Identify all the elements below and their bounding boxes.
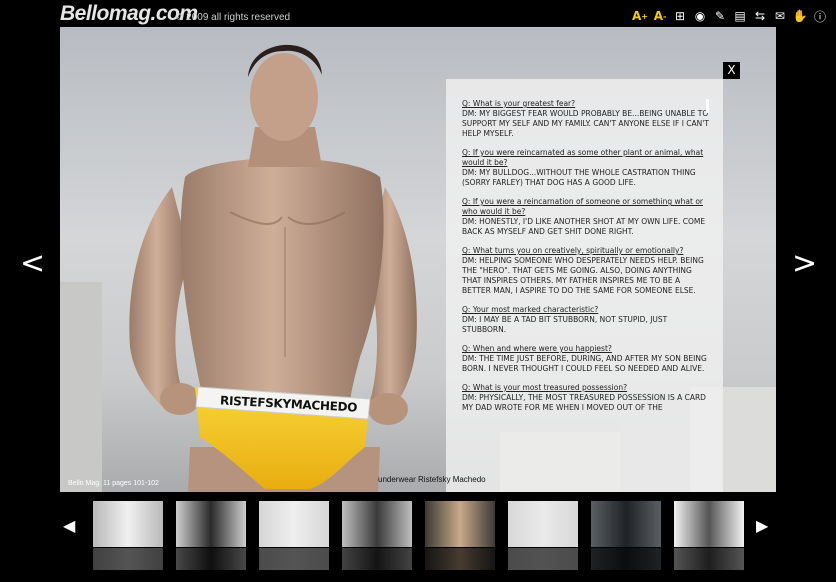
- thumbnail-page[interactable]: [342, 501, 412, 547]
- thumbnail-page[interactable]: [508, 501, 578, 547]
- interview-question: Q: What turns you on creatively, spiritu…: [462, 246, 684, 255]
- interview-answer: DM: THE TIME JUST BEFORE, DURING, AND AF…: [462, 354, 707, 373]
- print-icon[interactable]: ▤: [732, 8, 748, 24]
- interview-item: Q: If you were a reincarnation of someon…: [462, 197, 709, 237]
- thumbnail-reflection: [425, 548, 495, 570]
- previous-page-arrow[interactable]: <: [20, 246, 45, 281]
- page-info: Bello Mag: 11 pages 101-102: [68, 480, 159, 487]
- interview-answer: DM: HELPING SOMEONE WHO DESPERATELY NEED…: [462, 256, 704, 295]
- thumbnail-reflection: [508, 548, 578, 570]
- interview-question: Q: What is your most treasured possessio…: [462, 383, 628, 392]
- font-decrease-icon[interactable]: A-: [652, 8, 668, 24]
- thumbnail-prev-arrow[interactable]: ◀: [63, 516, 75, 535]
- interview-question: Q: If you were a reincarnation of someon…: [462, 197, 703, 216]
- swap-icon[interactable]: ⇆: [752, 8, 768, 24]
- thumbnail-reflection: [591, 548, 661, 570]
- interview-item: Q: Your most marked characteristic? DM: I…: [462, 305, 709, 335]
- photo-caption: underwear Ristefsky Machedo: [378, 475, 486, 484]
- thumbnail-strip: ◀ ▶: [0, 492, 836, 582]
- interview-question: Q: When and where were you happiest?: [462, 344, 612, 353]
- interview-answer: DM: I MAY BE A TAD BIT STUBBORN, NOT STU…: [462, 315, 668, 334]
- close-button[interactable]: X: [723, 62, 740, 79]
- hand-icon[interactable]: ✋: [792, 8, 808, 24]
- email-icon[interactable]: ✉: [772, 8, 788, 24]
- thumbnail-page[interactable]: [591, 501, 661, 547]
- main-stage: RISTEFSKYMACHEDO Q: What is your greates…: [60, 27, 776, 492]
- thumbnail-reflection: [176, 548, 246, 570]
- thumbnail-page[interactable]: [674, 501, 744, 547]
- thumbnail-reflection: [674, 548, 744, 570]
- rss-icon[interactable]: ◉: [692, 8, 708, 24]
- interview-list: Q: What is your greatest fear? DM: MY BIG…: [462, 99, 709, 413]
- interview-question: Q: What is your greatest fear?: [462, 99, 576, 108]
- interview-answer: DM: MY BIGGEST FEAR WOULD PROBABLY BE...…: [462, 109, 709, 138]
- interview-item: Q: What is your most treasured possessio…: [462, 383, 709, 413]
- interview-answer: DM: MY BULLDOG...WITHOUT THE WHOLE CASTR…: [462, 168, 696, 187]
- thumbnail-page[interactable]: [93, 501, 163, 547]
- grid-icon[interactable]: ⊞: [672, 8, 688, 24]
- next-page-arrow[interactable]: >: [792, 246, 817, 281]
- scrollbar-thumb[interactable]: [706, 99, 709, 113]
- interview-item: Q: When and where were you happiest? DM: …: [462, 344, 709, 374]
- thumbnail-reflection: [259, 548, 329, 570]
- interview-panel[interactable]: Q: What is your greatest fear? DM: MY BIG…: [446, 79, 723, 492]
- thumbnail-page[interactable]: [425, 501, 495, 547]
- interview-item: Q: If you were reincarnated as some othe…: [462, 148, 709, 188]
- toolbar: A + A - ⊞ ◉ ✎ ▤ ⇆ ✉ ✋ ⓘ: [632, 8, 828, 24]
- thumbnail-next-arrow[interactable]: ▶: [756, 516, 768, 535]
- copyright-text: © 2009 all rights reserved: [176, 12, 291, 23]
- thumbnail-reflection: [342, 548, 412, 570]
- interview-item: Q: What turns you on creatively, spiritu…: [462, 246, 709, 296]
- interview-question: Q: If you were reincarnated as some othe…: [462, 148, 704, 167]
- thumbnail-page[interactable]: [259, 501, 329, 547]
- interview-question: Q: Your most marked characteristic?: [462, 305, 599, 314]
- thumbnail-page[interactable]: [176, 501, 246, 547]
- pin-icon[interactable]: ✎: [712, 8, 728, 24]
- interview-answer: DM: PHYSICALLY, THE MOST TREASURED POSSE…: [462, 393, 706, 412]
- interview-answer: DM: HONESTLY, I'D LIKE ANOTHER SHOT AT M…: [462, 217, 706, 236]
- thumbnail-reflection: [93, 548, 163, 570]
- info-icon[interactable]: ⓘ: [812, 8, 828, 24]
- font-increase-icon[interactable]: A +: [632, 8, 648, 24]
- interview-item: Q: What is your greatest fear? DM: MY BIG…: [462, 99, 709, 139]
- top-bar: Bellomag.com © 2009 all rights reserved …: [0, 0, 836, 30]
